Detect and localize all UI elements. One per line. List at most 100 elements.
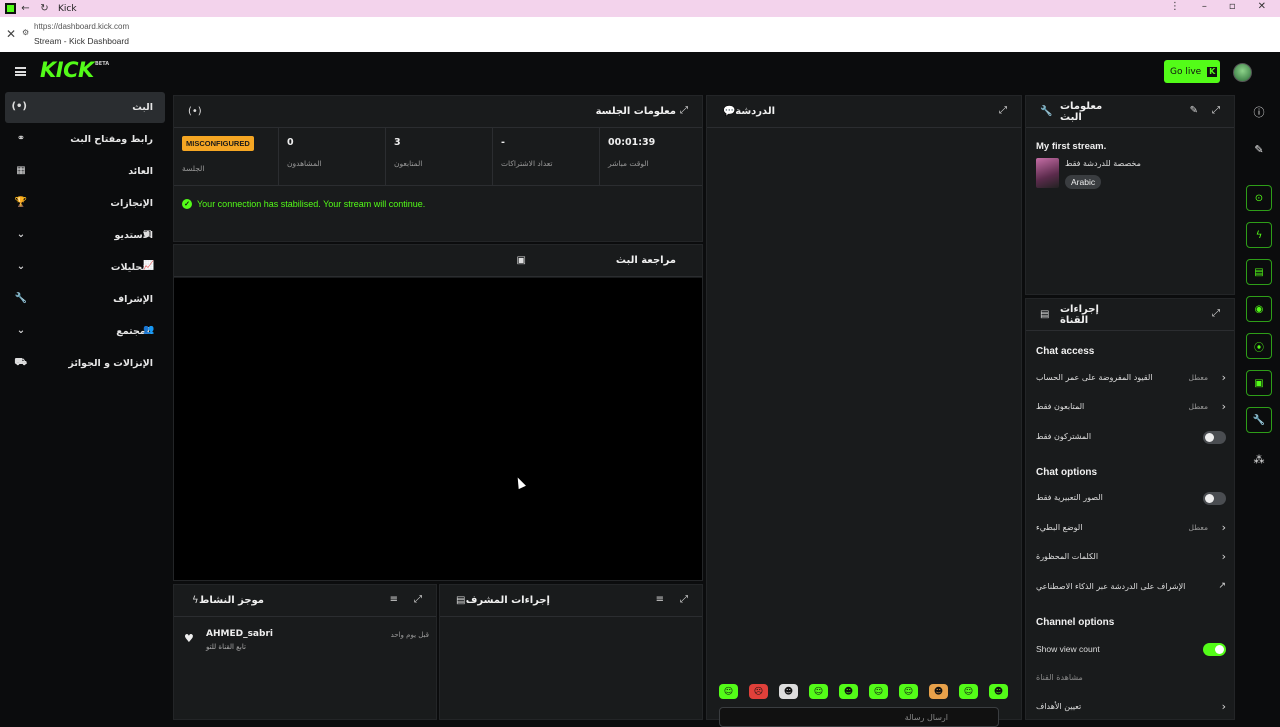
emote-icon[interactable]: ☺ xyxy=(959,684,978,699)
subscribers-only-toggle[interactable] xyxy=(1203,431,1226,444)
browser-tab-title: Kick xyxy=(58,3,77,14)
lightning-icon: ϟ xyxy=(192,595,199,606)
stream-category[interactable]: مخصصة للدردشة فقط xyxy=(1065,159,1141,168)
sidebar-item-studio[interactable]: ▣ الاستديو ⌄ xyxy=(5,220,165,251)
option-label: الصور التعبيرية فقط xyxy=(1036,493,1103,502)
emote-icon[interactable]: ☻ xyxy=(929,684,948,699)
wrench-icon[interactable]: 🔧 xyxy=(1246,407,1272,433)
banned-words-option[interactable]: الكلمات المحظورة › xyxy=(1036,549,1226,569)
expand-icon[interactable]: ⤢ xyxy=(1212,105,1220,116)
sidebar-item-label: العائد xyxy=(128,166,153,177)
sidebar-item-analytics[interactable]: 📈 التحليلات ⌄ xyxy=(5,252,165,283)
stat-label: المتابعون xyxy=(394,159,423,168)
chevron-down-icon: ⌄ xyxy=(16,325,26,336)
stream-info-panel: معلومات البث 🔧 ✎ ⤢ My first stream. مخصص… xyxy=(1025,95,1235,295)
document-icon[interactable]: ▤ xyxy=(1246,259,1272,285)
chevron-down-icon: ⌄ xyxy=(16,229,26,240)
edit-icon[interactable]: ✎ xyxy=(1190,105,1198,116)
emote-icon[interactable]: ☺ xyxy=(719,684,738,699)
panel-header: إجراءات القناة xyxy=(1026,299,1234,331)
channel-actions-icon[interactable]: ▣ xyxy=(1246,370,1272,396)
emote-icon[interactable]: ☻ xyxy=(779,684,798,699)
activity-description: تابع القناة للتو xyxy=(206,643,246,651)
back-arrow-icon[interactable]: ← xyxy=(16,3,35,14)
hamburger-menu-icon[interactable] xyxy=(15,67,26,76)
stat-subscriptions: - تعداد الاشتراكات xyxy=(492,128,599,186)
emotes-only-option: الصور التعبيرية فقط xyxy=(1036,490,1226,510)
user-avatar[interactable] xyxy=(1233,63,1252,82)
option-label: المتابعون فقط xyxy=(1036,402,1085,411)
option-value: معطل xyxy=(1188,373,1208,382)
stat-label: المشاهدون xyxy=(287,159,322,168)
emote-icon[interactable]: ☻ xyxy=(839,684,858,699)
emote-icon[interactable]: ☹ xyxy=(749,684,768,699)
filter-icon[interactable]: ≡ xyxy=(656,594,664,605)
panel-header: معلومات البث xyxy=(1026,96,1234,128)
sidebar-item-revenue[interactable]: العائد ▦ xyxy=(5,156,165,187)
lightning-icon[interactable]: ϟ xyxy=(1246,222,1272,248)
trophy-icon: 🏆 xyxy=(14,197,27,208)
edit-icon[interactable]: ✎ xyxy=(1246,136,1272,162)
check-circle-icon: ✓ xyxy=(182,199,192,209)
sidebar-item-achievements[interactable]: الإنجازات 🏆 xyxy=(5,188,165,219)
broadcast-icon[interactable]: ⦿ xyxy=(1246,333,1272,359)
chat-input[interactable]: ارسال رسالة xyxy=(719,707,999,727)
more-options-icon[interactable]: ⋮ xyxy=(1170,1,1180,12)
show-view-count-toggle[interactable] xyxy=(1203,643,1226,656)
emote-icon[interactable]: ☺ xyxy=(809,684,828,699)
sidebar-item-label: الإنجازات xyxy=(110,198,153,209)
chat-bubble-icon[interactable]: ◉ xyxy=(1246,296,1272,322)
activity-time: قبل يوم واحد xyxy=(390,631,429,639)
sidebar-item-drops[interactable]: الإنزالات و الجوائز ⛟ xyxy=(5,348,165,379)
expand-icon[interactable]: ⤢ xyxy=(680,105,688,116)
revenue-icon: ▦ xyxy=(16,165,26,176)
chevron-right-icon: › xyxy=(1221,371,1226,384)
account-age-option[interactable]: القيود المفروضة على عمر الحساب معطل › xyxy=(1036,370,1226,390)
sidebar-item-stream[interactable]: البث (•) xyxy=(5,92,165,123)
activity-username[interactable]: AHMED_sabri xyxy=(206,629,273,639)
expand-icon[interactable]: ⤢ xyxy=(1212,308,1220,319)
stat-followers: 3 المتابعون xyxy=(385,128,492,186)
go-live-button[interactable]: Go live K xyxy=(1164,60,1220,83)
filter-icon[interactable]: ≡ xyxy=(390,594,398,605)
expand-icon[interactable]: ⤢ xyxy=(680,594,688,605)
chevron-right-icon: › xyxy=(1221,521,1226,534)
set-goals-option[interactable]: تعيين الأهداف › xyxy=(1036,699,1226,719)
kick-logo[interactable]: KICK xyxy=(40,58,94,82)
restore-icon[interactable]: ▫ xyxy=(1229,1,1236,12)
category-thumbnail xyxy=(1036,158,1059,188)
slow-mode-option[interactable]: الوضع البطيء معطل › xyxy=(1036,520,1226,540)
community-icon: 👥 xyxy=(143,325,155,335)
minimize-icon[interactable]: – xyxy=(1202,1,1207,12)
emote-icon[interactable]: ☺ xyxy=(899,684,918,699)
close-window-icon[interactable]: ✕ xyxy=(1258,1,1266,12)
ai-moderation-option[interactable]: الإشراف على الدردشة عبر الذكاء الاصطناعي… xyxy=(1036,579,1226,599)
emotes-only-toggle[interactable] xyxy=(1203,492,1226,505)
sidebar-item-stream-key[interactable]: رابط ومفتاح البث ⚭ xyxy=(5,124,165,155)
close-icon[interactable]: ✕ xyxy=(6,27,16,41)
video-preview[interactable] xyxy=(174,278,702,580)
site-settings-icon[interactable]: ⚙ xyxy=(22,28,29,37)
expand-icon[interactable]: ⤢ xyxy=(414,594,422,605)
external-link-icon: ↗ xyxy=(1218,581,1226,591)
panel-title: معلومات الجلسة xyxy=(595,106,676,117)
panel-title: موجز النشاط xyxy=(199,595,264,606)
stat-uptime: 00:01:39 الوقت مباشر xyxy=(599,128,702,186)
page-title: Stream - Kick Dashboard xyxy=(34,36,129,46)
sidebar-item-moderation[interactable]: الإشراف 🔧 xyxy=(5,284,165,315)
followers-only-option[interactable]: المتابعون فقط معطل › xyxy=(1036,399,1226,419)
url-text[interactable]: https://dashboard.kick.com xyxy=(34,22,129,31)
emote-icon[interactable]: ☺ xyxy=(869,684,888,699)
info-icon[interactable]: ⓘ xyxy=(1246,99,1272,125)
wrench-icon: 🔧 xyxy=(14,293,27,304)
session-widget-icon[interactable]: ⊙ xyxy=(1246,185,1272,211)
reload-icon[interactable]: ↻ xyxy=(35,3,54,14)
stat-session: MISCONFIGURED الجلسة xyxy=(174,128,278,186)
chat-panel: الدردشة 💬 ⤢ ☺ ☹ ☻ ☺ ☻ ☺ ☺ ☻ ☺ ☻ ارسال رس… xyxy=(706,95,1022,727)
sidebar-item-community[interactable]: 👥 المجتمع ⌄ xyxy=(5,316,165,347)
expand-icon[interactable]: ⤢ xyxy=(999,105,1007,116)
right-toolbar: ⓘ ✎ ⊙ ϟ ▤ ◉ ⦿ ▣ 🔧 ⁂ xyxy=(1237,92,1280,720)
emote-icon[interactable]: ☻ xyxy=(989,684,1008,699)
stat-value: 3 xyxy=(394,137,401,148)
more-widgets-icon[interactable]: ⁂ xyxy=(1246,446,1272,472)
